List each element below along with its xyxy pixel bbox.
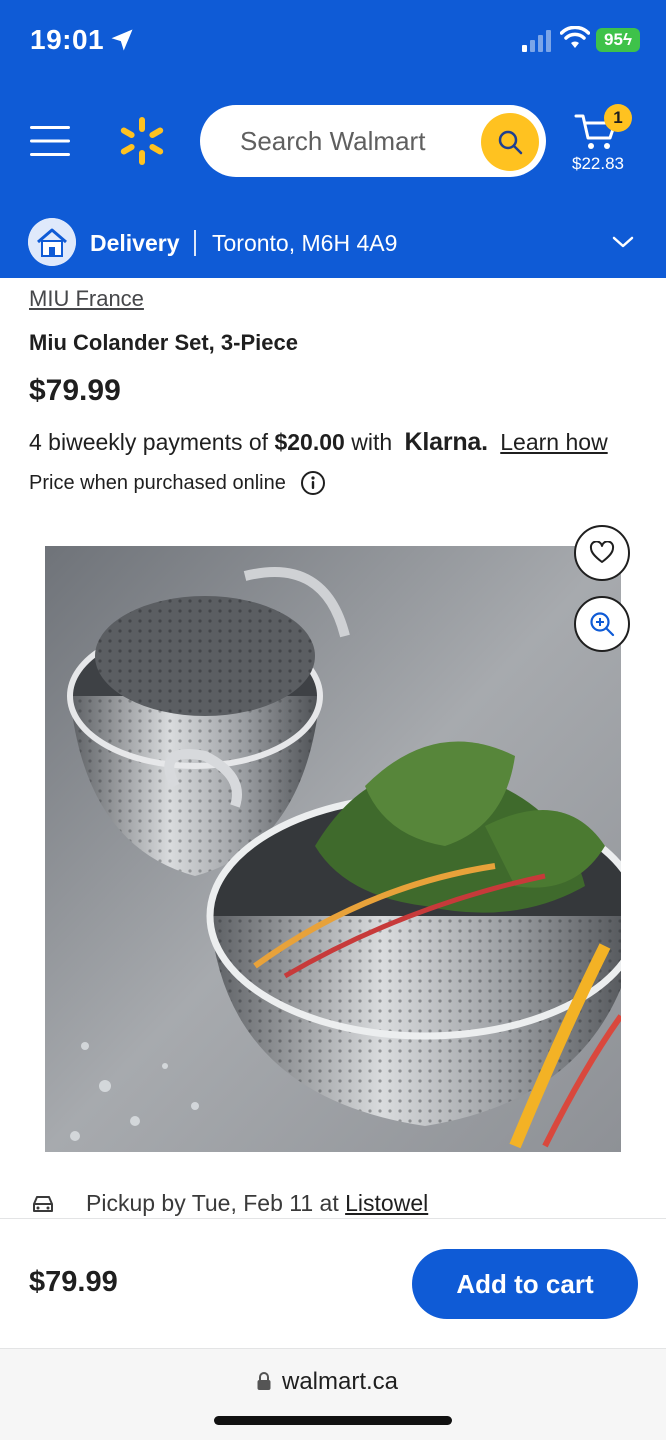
battery-indicator: 95 ϟ (596, 28, 640, 52)
wifi-icon (560, 26, 590, 48)
bolt-icon: ϟ (622, 30, 632, 49)
delivery-location[interactable]: Toronto, M6H 4A9 (212, 230, 397, 257)
signal-icon (522, 30, 551, 52)
price-note: Price when purchased online (29, 472, 286, 494)
search-input[interactable] (240, 122, 460, 160)
battery-level: 95 (604, 30, 623, 49)
zoom-in-icon (590, 612, 615, 637)
home-indicator (214, 1416, 452, 1425)
divider (194, 230, 196, 256)
status-time: 19:01 (30, 24, 105, 55)
product-price: $79.99 (29, 374, 121, 407)
klarna-amount: $20.00 (274, 429, 345, 455)
klarna-financing: 4 biweekly payments of $20.00 with Klarn… (29, 428, 608, 457)
favorite-button[interactable] (574, 525, 630, 581)
learn-how-link[interactable]: Learn how (500, 429, 607, 455)
status-bar: 19:01 95 ϟ (0, 0, 666, 80)
bottom-price: $79.99 (29, 1266, 118, 1298)
product-image[interactable] (45, 546, 621, 1152)
pickup-text: Pickup by Tue, Feb 11 at (86, 1190, 339, 1216)
menu-icon[interactable] (30, 124, 70, 158)
location-arrow-icon (111, 29, 133, 51)
info-icon[interactable] (300, 470, 326, 496)
colander-photo (45, 546, 621, 1152)
search-icon (498, 130, 523, 155)
delivery-label[interactable]: Delivery (90, 230, 180, 257)
pickup-store-link[interactable]: Listowel (345, 1190, 428, 1216)
car-icon (33, 1196, 53, 1212)
cart-count-badge: 1 (604, 104, 632, 132)
search-button[interactable] (481, 113, 539, 171)
lock-icon (257, 1372, 271, 1390)
url-text[interactable]: walmart.ca (282, 1368, 398, 1396)
klarna-with: with (351, 429, 393, 455)
zoom-button[interactable] (574, 596, 630, 652)
pickup-info: Pickup by Tue, Feb 11 at Listowel (86, 1190, 428, 1217)
cart-total[interactable]: $22.83 (562, 154, 634, 174)
house-icon (28, 218, 76, 266)
walmart-spark-icon[interactable] (116, 115, 168, 167)
chevron-down-icon[interactable] (612, 232, 634, 252)
klarna-logo: Klarna. (404, 428, 489, 456)
heart-icon (589, 541, 615, 563)
product-title: Miu Colander Set, 3-Piece (29, 330, 298, 355)
add-to-cart-button[interactable]: Add to cart (412, 1249, 638, 1319)
klarna-prefix: 4 biweekly payments of (29, 429, 269, 455)
brand-link[interactable]: MIU France (29, 286, 144, 312)
